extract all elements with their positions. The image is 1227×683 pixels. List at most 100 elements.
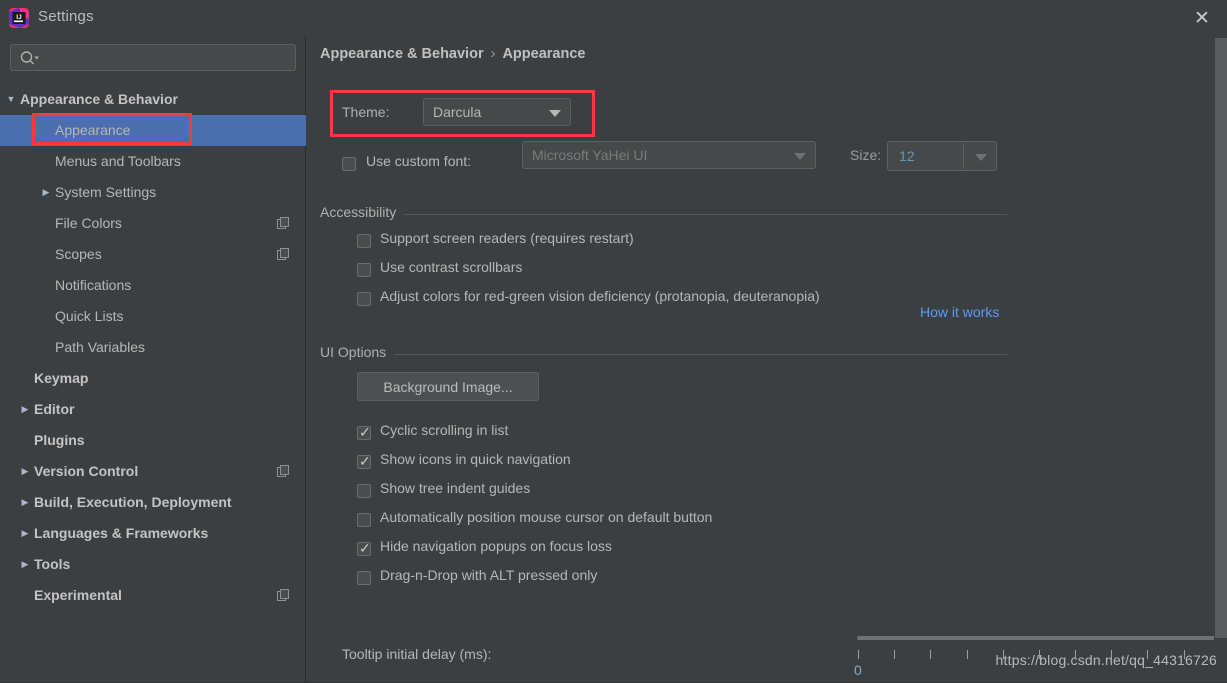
intellij-idea-icon: IJ [9, 8, 29, 28]
copy-settings-icon[interactable] [277, 589, 290, 602]
accessibility-label-0: Support screen readers (requires restart… [380, 230, 634, 246]
ui-option-label-1: Show icons in quick navigation [380, 451, 571, 467]
breadcrumb: Appearance & Behavior › Appearance [320, 46, 585, 62]
sidebar-item-path-variables[interactable]: Path Variables [0, 332, 306, 363]
slider-tick [858, 650, 859, 659]
sidebar-item-languages-frameworks[interactable]: ▶ Languages & Frameworks [0, 518, 306, 549]
ui-option-checkbox-0[interactable] [357, 423, 371, 441]
accessibility-label-1: Use contrast scrollbars [380, 259, 523, 275]
theme-select-value: Darcula [433, 104, 482, 120]
chevron-right-icon[interactable]: ▶ [18, 394, 32, 425]
spinner-divider [963, 143, 964, 169]
chevron-down-icon [794, 153, 806, 160]
slider-tick [930, 650, 932, 659]
sidebar-item-notifications[interactable]: Notifications [0, 270, 306, 301]
sidebar-item-appearance-behavior[interactable]: ▼ Appearance & Behavior [0, 84, 306, 115]
sidebar-item-quick-lists[interactable]: Quick Lists [0, 301, 306, 332]
ui-options-title: UI Options [320, 344, 395, 360]
sidebar-item-version-control[interactable]: ▶ Version Control [0, 456, 306, 487]
sidebar-item-system-settings[interactable]: ▶ System Settings [0, 177, 306, 208]
copy-settings-icon[interactable] [277, 217, 290, 230]
custom-font-value: Microsoft YaHei UI [532, 147, 648, 163]
chevron-down-icon[interactable] [975, 154, 987, 161]
breadcrumb-current: Appearance [502, 46, 586, 62]
sidebar-item-menus-and-toolbars[interactable]: Menus and Toolbars [0, 146, 306, 177]
chevron-down-icon [549, 110, 561, 117]
slider-track[interactable] [857, 636, 1215, 640]
accessibility-checkbox-2[interactable] [357, 292, 371, 306]
ui-option-checkbox-4[interactable] [357, 539, 371, 557]
accessibility-title: Accessibility [320, 204, 405, 220]
sidebar-item-appearance[interactable]: Appearance [0, 115, 306, 146]
custom-font-select[interactable]: Microsoft YaHei UI [522, 141, 816, 169]
sidebar-item-scopes[interactable]: Scopes [0, 239, 306, 270]
ui-option-checkbox-1[interactable] [357, 452, 371, 470]
how-it-works-link[interactable]: How it works [920, 304, 999, 320]
accessibility-checkbox-1[interactable] [357, 263, 371, 277]
watermark: https://blog.csdn.net/qq_44316726 [995, 652, 1217, 668]
sidebar-item-label: Quick Lists [55, 308, 124, 324]
slider-tick [894, 650, 896, 659]
background-image-button[interactable]: Background Image... [357, 372, 539, 401]
copy-settings-icon[interactable] [277, 465, 290, 478]
window-title: Settings [38, 8, 94, 25]
chevron-right-icon[interactable]: ▶ [39, 177, 53, 208]
sidebar-item-label: Tools [34, 556, 71, 572]
ui-option-label-5: Drag-n-Drop with ALT pressed only [380, 567, 598, 583]
chevron-right-icon[interactable]: ▶ [18, 518, 32, 549]
chevron-right-icon[interactable]: ▶ [18, 487, 32, 518]
sidebar-item-label: Experimental [34, 587, 122, 603]
tooltip-delay-label: Tooltip initial delay (ms): [342, 646, 492, 662]
ui-option-label-0: Cyclic scrolling in list [380, 422, 509, 438]
font-size-value: 12 [899, 148, 915, 164]
svg-text:IJ: IJ [16, 14, 22, 21]
ui-option-checkbox-3[interactable] [357, 513, 371, 527]
theme-label: Theme: [342, 104, 390, 120]
sidebar-item-label: Appearance & Behavior [20, 91, 178, 107]
sidebar-item-keymap[interactable]: Keymap [0, 363, 306, 394]
chevron-right-icon[interactable]: ▶ [18, 549, 32, 580]
main-panel: Appearance & Behavior › Appearance Theme: … [307, 36, 1215, 683]
sidebar: ▼ Appearance & Behavior Appearance Menus an… [0, 36, 306, 683]
slider-min-label: 0 [854, 662, 862, 678]
sidebar-item-label: Version Control [34, 463, 139, 479]
breadcrumb-parent[interactable]: Appearance & Behavior [320, 46, 484, 62]
vertical-scrollbar-thumb[interactable] [1215, 38, 1227, 638]
sidebar-item-plugins[interactable]: Plugins [0, 425, 306, 456]
ui-option-checkbox-2[interactable] [357, 484, 371, 498]
accessibility-checkbox-0[interactable] [357, 234, 371, 248]
search-box[interactable] [10, 44, 296, 71]
chevron-right-icon[interactable]: ▶ [18, 456, 32, 487]
sidebar-item-editor[interactable]: ▶ Editor [0, 394, 306, 425]
use-custom-font-checkbox[interactable] [342, 157, 356, 171]
settings-dialog: IJ Settings ✕ ▼ Appearance & Behavior Appe… [0, 0, 1227, 683]
accessibility-label-2: Adjust colors for red-green vision defic… [380, 288, 820, 304]
sidebar-item-label: Plugins [34, 432, 85, 448]
ui-option-label-3: Automatically position mouse cursor on d… [380, 509, 713, 525]
sidebar-item-label: Editor [34, 401, 75, 417]
sidebar-item-label: Menus and Toolbars [55, 153, 181, 169]
search-input[interactable] [43, 45, 291, 70]
sidebar-item-label: System Settings [55, 184, 157, 200]
section-divider [320, 214, 1007, 215]
sidebar-item-label: Notifications [55, 277, 132, 293]
copy-settings-icon[interactable] [277, 248, 290, 261]
sidebar-item-build-execution-deployment[interactable]: ▶ Build, Execution, Deployment [0, 487, 306, 518]
font-size-spinner[interactable]: 12 [887, 141, 997, 171]
search-icon[interactable] [19, 50, 41, 67]
sidebar-item-label: Appearance [55, 122, 131, 138]
title-bar: IJ Settings ✕ [0, 0, 1227, 36]
ui-option-label-4: Hide navigation popups on focus loss [380, 538, 612, 554]
close-icon[interactable]: ✕ [1189, 6, 1215, 32]
chevron-down-icon[interactable]: ▼ [4, 84, 18, 115]
slider-tick [966, 650, 968, 659]
sidebar-item-experimental[interactable]: Experimental [0, 580, 306, 611]
sidebar-item-file-colors[interactable]: File Colors [0, 208, 306, 239]
sidebar-item-label: File Colors [55, 215, 122, 231]
sidebar-item-tools[interactable]: ▶ Tools [0, 549, 306, 580]
theme-select[interactable]: Darcula [423, 98, 571, 126]
section-divider [320, 354, 1007, 355]
breadcrumb-separator: › [490, 46, 496, 62]
font-size-label: Size: [850, 147, 882, 163]
ui-option-checkbox-5[interactable] [357, 571, 371, 585]
